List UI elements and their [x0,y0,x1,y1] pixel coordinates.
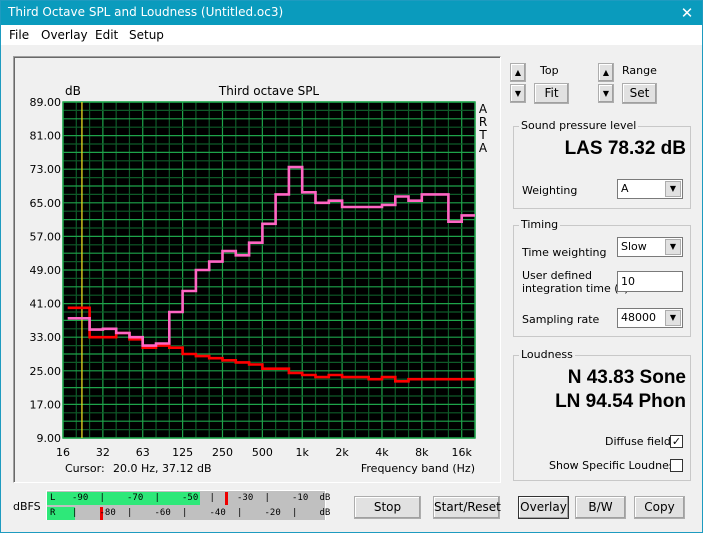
top-label: Top [540,64,559,77]
chart-frame [13,56,501,483]
app-window: Third Octave SPL and Loudness (Untitled.… [0,0,703,533]
start-reset-button[interactable]: Start/Reset [433,496,501,519]
meter-tick: dB [319,508,331,518]
specific-loudness-label: Show Specific Loudness [549,459,681,472]
chevron-down-icon[interactable]: ▼ [665,310,681,326]
meter-left-channel: L -90 | -70 | -50 | -30 | -10 dB [47,492,330,505]
overlay-button[interactable]: Overlay [518,496,569,519]
meter-tick: -60 [154,508,171,518]
meter-tick: -40 [209,508,226,518]
meter-tick: -80 [99,508,116,518]
weighting-label: Weighting [522,184,578,197]
loudness-legend: Loudness [519,348,575,361]
level-meter: L -90 | -70 | -50 | -30 | -10 dB R | -80 | -60 | -40 | -20… [46,490,330,520]
integration-label-2: integration time (s) [522,282,629,295]
meter-tick: -90 [72,493,89,503]
spl-legend: Sound pressure level [519,119,639,132]
set-button[interactable]: Set [622,83,657,104]
diffuse-field-label: Diffuse field [605,435,671,448]
menu-overlay[interactable]: Overlay [41,28,88,42]
stop-button[interactable]: Stop [354,496,421,519]
range-down-button[interactable]: ▼ [598,84,614,103]
meter-right-channel: R | -80 | -60 | -40 | -20 | dB [47,507,330,520]
menu-file[interactable]: File [9,28,29,42]
range-up-button[interactable]: ▲ [598,63,614,82]
top-down-button[interactable]: ▼ [510,84,526,103]
weighting-select[interactable]: A ▼ [617,179,683,199]
sampling-rate-label: Sampling rate [522,313,600,326]
meter-tick: dB [319,493,331,503]
integration-time-input[interactable]: 10 [617,271,683,292]
title-bar: Third Octave SPL and Loudness (Untitled.… [1,1,702,25]
diffuse-field-checkbox[interactable]: ✓ [670,435,683,448]
meter-tick: | [154,493,160,503]
loudness-sone: N 43.83 Sone [567,367,686,388]
meter-tick: -20 [264,508,281,518]
loudness-phon: LN 94.54 Phon [555,391,686,412]
spl-value: LAS 78.32 dB [564,138,686,159]
close-icon[interactable]: ✕ [672,1,702,25]
sampling-rate-select[interactable]: 48000 ▼ [617,308,683,328]
copy-button[interactable]: Copy [634,496,685,519]
chevron-down-icon[interactable]: ▼ [665,181,681,197]
top-up-button[interactable]: ▲ [510,63,526,82]
meter-tick: -10 [292,493,309,503]
fit-button[interactable]: Fit [534,83,569,104]
window-title: Third Octave SPL and Loudness (Untitled.… [8,5,284,19]
integration-label-1: User defined [522,269,592,282]
meter-tick: | [209,493,215,503]
meter-tick: | [182,508,188,518]
meter-tick: -70 [127,493,144,503]
meter-tick: -50 [182,493,199,503]
time-weighting-select[interactable]: Slow ▼ [617,237,683,257]
meter-tick: | [99,493,105,503]
meter-channel-label: L [50,493,56,503]
meter-tick: | [264,493,270,503]
menu-edit[interactable]: Edit [95,28,118,42]
meter-tick: | [72,508,78,518]
meter-tick: | [237,508,243,518]
meter-channel-label: R [50,508,56,518]
time-weighting-label: Time weighting [522,246,607,259]
meter-tick: | [292,508,298,518]
weighting-value: A [621,182,629,195]
specific-loudness-checkbox[interactable] [670,459,683,472]
menu-bar: File Overlay Edit Setup [1,25,702,45]
chevron-down-icon[interactable]: ▼ [665,239,681,255]
bw-button[interactable]: B/W [575,496,626,519]
menu-setup[interactable]: Setup [129,28,164,42]
meter-level-bar [47,492,200,505]
sampling-rate-value: 48000 [621,311,656,324]
dbfs-label: dBFS [13,500,41,513]
meter-peak-marker [224,492,228,505]
meter-tick: -30 [237,493,254,503]
time-weighting-value: Slow [621,240,647,253]
range-label: Range [622,64,657,77]
timing-legend: Timing [519,218,561,231]
meter-tick: | [127,508,133,518]
